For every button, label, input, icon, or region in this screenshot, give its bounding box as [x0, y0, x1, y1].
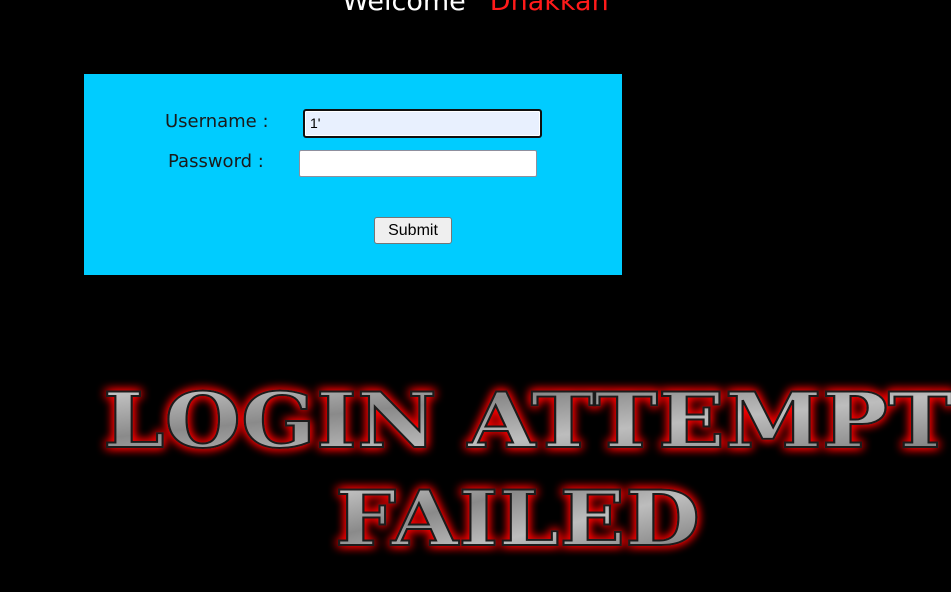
login-failed-banner: LOGIN ATTEMPT FAILED [102, 375, 951, 564]
page: Welcome Dhakkan Username : 1' Password : … [0, 0, 951, 592]
banner-line-2: FAILED [335, 474, 700, 563]
banner-line-1: LOGIN ATTEMPT [103, 376, 951, 465]
